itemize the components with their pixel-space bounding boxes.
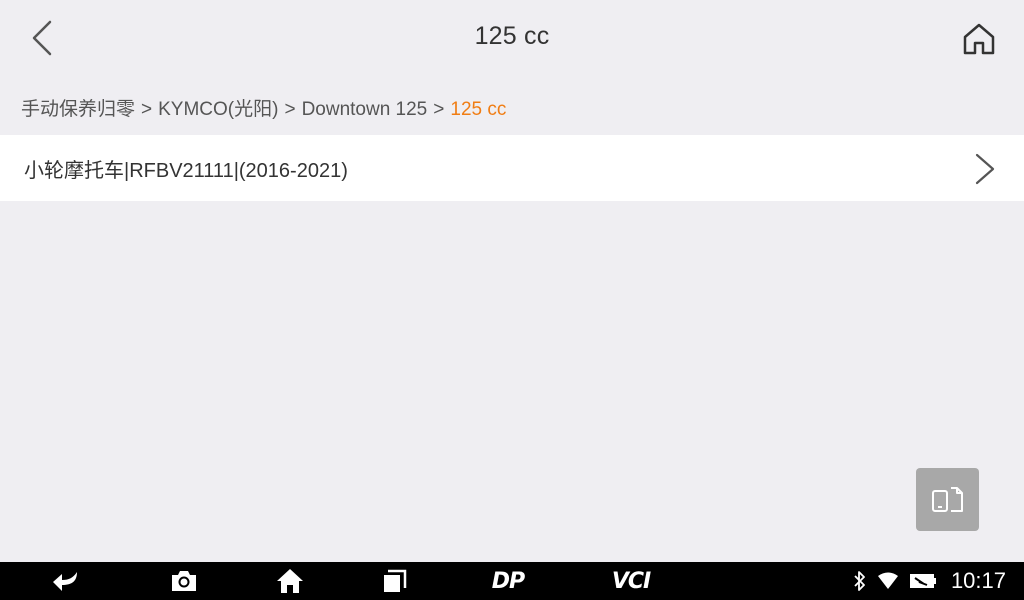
breadcrumb-current: 125 cc xyxy=(450,99,507,120)
nav-recent-apps-button[interactable] xyxy=(382,566,408,596)
chevron-right-icon xyxy=(975,153,995,185)
vehicle-list: 小轮摩托车|RFBV21111|(2016-2021) xyxy=(0,135,1024,201)
battery-icon xyxy=(909,574,936,588)
breadcrumb-item-model[interactable]: Downtown 125 xyxy=(302,99,428,120)
screen-switch-icon xyxy=(931,486,963,512)
breadcrumb: 手动保养归零 > KYMCO(光阳) > Downtown 125 >125 cc xyxy=(21,94,506,121)
nav-screenshot-button[interactable] xyxy=(170,566,198,596)
header: 125 cc xyxy=(0,0,1024,78)
breadcrumb-item-brand[interactable]: KYMCO(光阳) xyxy=(158,99,278,120)
home-button[interactable] xyxy=(956,16,1002,62)
back-arrow-icon xyxy=(53,572,77,591)
dp-button[interactable]: DP xyxy=(486,566,530,596)
home-icon xyxy=(963,23,995,55)
breadcrumb-separator: > xyxy=(284,99,296,120)
list-item-label: 小轮摩托车|RFBV21111|(2016-2021) xyxy=(24,159,348,182)
status-time: 10:17 xyxy=(950,568,1006,593)
system-navbar: DP VCI 10:17 xyxy=(0,562,1024,600)
home-icon xyxy=(277,569,303,593)
breadcrumb-separator: > xyxy=(141,99,153,120)
breadcrumb-item-manual-reset[interactable]: 手动保养归零 xyxy=(21,99,135,120)
bluetooth-icon xyxy=(854,571,865,591)
vci-button[interactable]: VCI xyxy=(606,566,656,596)
app-screen: 125 cc 手动保养归零 > KYMCO(光阳) > Downtown 125 >125… xyxy=(0,0,1024,562)
nav-back-button[interactable] xyxy=(50,566,82,596)
list-item[interactable]: 小轮摩托车|RFBV21111|(2016-2021) xyxy=(0,135,1024,201)
breadcrumb-separator: > xyxy=(433,99,445,120)
camera-icon xyxy=(172,571,196,591)
page-title: 125 cc xyxy=(474,22,550,50)
status-bar: 10:17 xyxy=(853,562,1006,600)
wifi-icon xyxy=(877,572,898,589)
screen-switch-button[interactable] xyxy=(916,468,979,531)
recent-apps-icon xyxy=(384,569,407,592)
nav-home-button[interactable] xyxy=(276,566,304,596)
